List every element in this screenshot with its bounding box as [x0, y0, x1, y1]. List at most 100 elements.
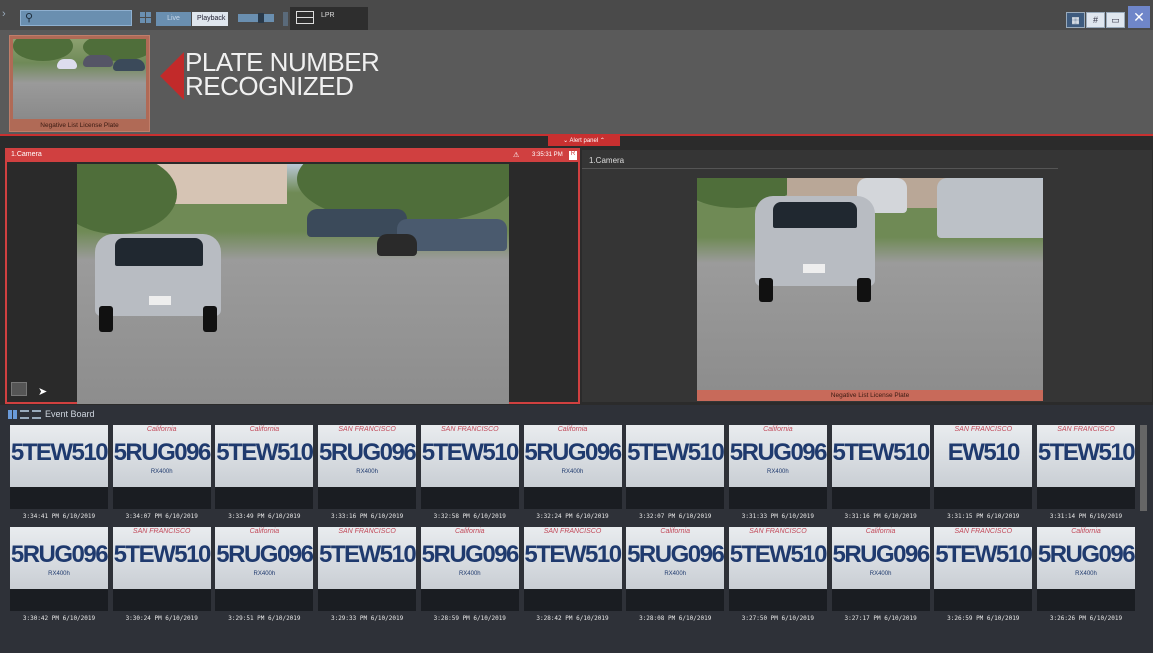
event-tile[interactable]: SAN FRANCISCO EW510 3:31:15 PM 6/10/2019 — [934, 425, 1033, 523]
event-tile[interactable]: California 5TEW510 3:33:49 PM 6/10/2019 — [215, 425, 314, 523]
settings-wrench-icon[interactable]: ✕ — [1128, 6, 1150, 28]
event-tile[interactable]: 5TEW510 3:34:41 PM 6/10/2019 — [10, 425, 108, 523]
plate-frame-text: RX400h — [561, 469, 584, 475]
event-tile[interactable]: SAN FRANCISCO 5TEW510 3:26:59 PM 6/10/2019 — [934, 527, 1033, 625]
table-view-icon[interactable] — [32, 410, 41, 419]
event-timestamp: 3:32:58 PM 6/10/2019 — [433, 513, 506, 520]
camera-tile-header: 1.Camera ⚠ 3:35:31 PM R — [7, 150, 578, 162]
plate-number: 5RUG096 — [832, 541, 929, 568]
plate-state-text: California — [557, 426, 588, 433]
layout-icon — [296, 11, 314, 24]
alert-panel-button[interactable]: ⌄ Alert panel ⌃ — [548, 136, 620, 146]
camera-tile-alert[interactable]: 1.Camera Negative List License Plate — [582, 150, 1152, 402]
plate-background — [10, 589, 108, 611]
camera-title: 1.Camera — [11, 151, 42, 158]
plate-background — [215, 589, 314, 611]
plate-image: SAN FRANCISCO 5TEW510 — [420, 425, 519, 487]
plate-image: 5TEW510 — [831, 425, 930, 487]
plate-state-text: SAN FRANCISCO — [441, 426, 499, 433]
event-tile[interactable]: California 5RUG096 RX400h 3:31:33 PM 6/10/2… — [728, 425, 827, 523]
plate-background — [318, 487, 417, 509]
camera-title-underline — [582, 168, 1058, 169]
recording-indicator[interactable]: R — [569, 151, 577, 160]
event-timestamp: 3:27:17 PM 6/10/2019 — [844, 615, 917, 622]
plate-number: 5TEW510 — [216, 439, 313, 466]
plate-number: 5TEW510 — [10, 439, 108, 466]
event-timestamp: 3:34:07 PM 6/10/2019 — [125, 513, 198, 520]
plate-background — [523, 589, 622, 611]
slider-handle[interactable] — [258, 13, 264, 23]
event-tile[interactable]: SAN FRANCISCO 5TEW510 3:28:42 PM 6/10/2019 — [523, 527, 622, 625]
event-tile[interactable]: California 5RUG096 RX400h 3:32:24 PM 6/10/2… — [523, 425, 622, 523]
event-timestamp: 3:29:51 PM 6/10/2019 — [228, 615, 301, 622]
plate-background — [728, 487, 827, 509]
grid-view-icon[interactable]: # — [1086, 12, 1105, 28]
event-tile[interactable]: 5TEW510 3:32:07 PM 6/10/2019 — [626, 425, 725, 523]
plate-state-text: California — [455, 528, 485, 535]
live-video-feed[interactable] — [77, 164, 509, 404]
event-tile[interactable]: SAN FRANCISCO 5RUG096 RX400h 3:33:16 PM 6/1… — [318, 425, 417, 523]
event-tile[interactable]: SAN FRANCISCO 5TEW510 3:30:24 PM 6/10/2019 — [112, 527, 211, 625]
plate-background — [831, 589, 930, 611]
plate-state-text: California — [146, 426, 177, 433]
tile-view-icon[interactable]: ▦ — [1066, 12, 1085, 28]
plate-image: SAN FRANCISCO 5TEW510 — [1037, 425, 1135, 487]
event-tile[interactable]: California 5RUG096 RX400h 3:29:51 PM 6/10/2… — [215, 527, 314, 625]
plate-frame-text: RX400h — [356, 469, 378, 475]
single-view-icon[interactable]: ▭ — [1106, 12, 1125, 28]
event-timestamp: 3:27:50 PM 6/10/2019 — [741, 615, 815, 622]
plate-number: 5TEW510 — [832, 439, 929, 466]
event-tile[interactable]: California 5RUG096 RX400h 3:27:17 PM 6/10/2… — [831, 527, 930, 625]
event-tile[interactable]: SAN FRANCISCO 5TEW510 3:29:33 PM 6/10/2019 — [318, 527, 417, 625]
search-input[interactable]: ⚲ — [20, 10, 132, 26]
event-tile[interactable]: SAN FRANCISCO 5TEW510 3:27:50 PM 6/10/2019 — [728, 527, 827, 625]
plate-image: California 5RUG096 RX400h — [523, 425, 622, 487]
event-tile[interactable]: California 5RUG096 RX400h 3:26:26 PM 6/10/2… — [1037, 527, 1135, 625]
tiles-view-icon[interactable] — [8, 410, 17, 419]
plate-number: 5TEW510 — [1037, 439, 1135, 466]
event-tile[interactable]: SAN FRANCISCO 5TEW510 3:32:58 PM 6/10/2019 — [420, 425, 519, 523]
camera-tile-live[interactable]: 1.Camera ⚠ 3:35:31 PM R ➤ — [5, 148, 580, 404]
event-tile[interactable]: 5TEW510 3:31:16 PM 6/10/2019 — [831, 425, 930, 523]
event-tile[interactable]: California 5RUG096 RX400h 3:28:59 PM 6/10/2… — [420, 527, 519, 625]
event-timestamp: 3:26:59 PM 6/10/2019 — [947, 615, 1020, 622]
list-view-icon[interactable] — [20, 410, 29, 419]
plate-background — [420, 487, 519, 509]
alarm-icon[interactable]: ⚠ — [513, 151, 519, 159]
event-timestamp: 3:30:24 PM 6/10/2019 — [125, 615, 198, 622]
plate-frame-text: RX400h — [150, 469, 173, 475]
event-timestamp: 3:30:42 PM 6/10/2019 — [22, 615, 96, 622]
alert-video-frame[interactable] — [697, 178, 1043, 390]
plate-image: California 5RUG096 RX400h — [1037, 527, 1135, 589]
layout-tab-lpr[interactable]: LPR — [290, 7, 368, 30]
plate-image: California 5RUG096 RX400h — [728, 425, 827, 487]
plate-background — [112, 487, 211, 509]
plate-background — [934, 589, 1033, 611]
plate-state-text: SAN FRANCISCO — [1057, 426, 1115, 433]
playback-mode-button[interactable]: Playback — [192, 12, 228, 26]
plate-state-text: SAN FRANCISCO — [749, 528, 807, 535]
live-mode-button[interactable]: Live — [156, 12, 191, 26]
event-tile[interactable]: California 5RUG096 RX400h 3:34:07 PM 6/10/2… — [112, 425, 211, 523]
event-board-scrollbar[interactable] — [1140, 425, 1147, 511]
plate-number: 5RUG096 — [1037, 541, 1135, 568]
event-timestamp: 3:33:16 PM 6/10/2019 — [330, 513, 404, 520]
alert-strip: Negative List License Plate PLATE NUMBER… — [0, 30, 1153, 134]
plate-background — [420, 589, 519, 611]
plate-state-text: SAN FRANCISCO — [954, 528, 1013, 535]
event-tile[interactable]: SAN FRANCISCO 5TEW510 3:31:14 PM 6/10/2019 — [1037, 425, 1135, 523]
ptz-control-button[interactable] — [11, 382, 27, 396]
plate-state-text: SAN FRANCISCO — [543, 528, 602, 535]
layouts-grid-icon[interactable] — [140, 12, 152, 24]
alert-thumbnail[interactable]: Negative List License Plate — [9, 35, 150, 132]
alert-panel-label: Alert panel — [569, 138, 599, 144]
alert-thumbnail-caption: Negative List License Plate — [40, 122, 119, 129]
chevron-down-icon: ⌄ — [563, 138, 569, 144]
plate-number: EW510 — [947, 439, 1021, 466]
event-board-header: Event Board — [0, 405, 1153, 423]
event-tile[interactable]: 5RUG096 RX400h 3:30:42 PM 6/10/2019 — [10, 527, 108, 625]
plate-state-text: California — [249, 426, 280, 433]
expand-panel-icon[interactable]: › — [2, 8, 6, 20]
event-tile[interactable]: California 5RUG096 RX400h 3:28:08 PM 6/10/2… — [626, 527, 725, 625]
playback-speed-slider[interactable] — [238, 13, 274, 23]
